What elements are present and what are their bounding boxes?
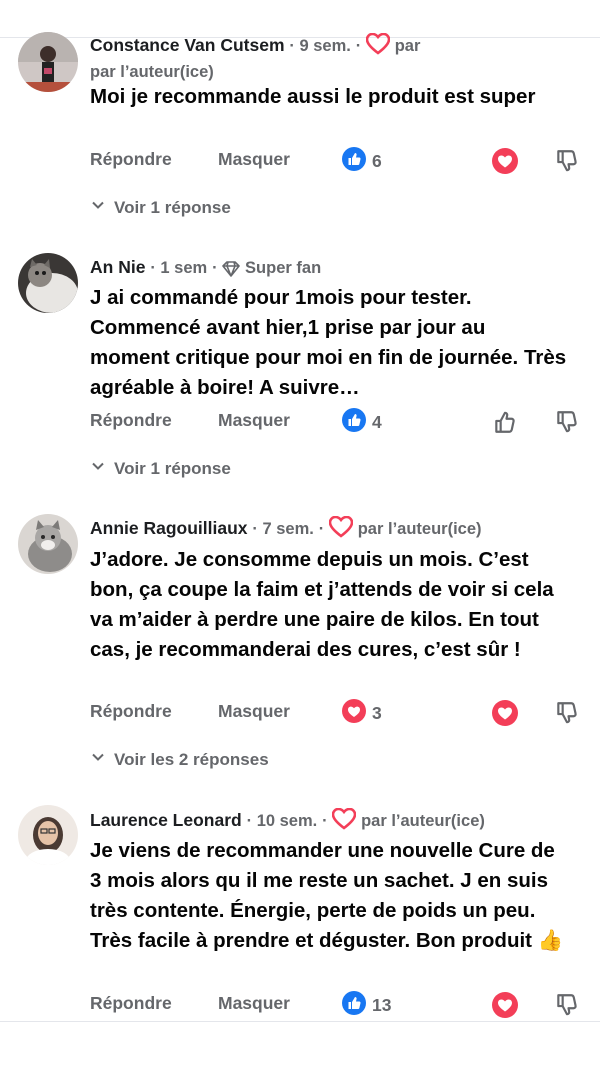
hide-button[interactable]: Masquer <box>218 701 290 722</box>
heart-outline-icon <box>328 515 354 544</box>
comment-text: Je viens de recommander une nouvelle Cur… <box>90 839 564 952</box>
badge-label: Super fan <box>245 259 322 277</box>
dislike-icon[interactable] <box>552 147 582 175</box>
author-name[interactable]: Laurence Leonard <box>90 810 242 830</box>
thumbs-up-outline-icon[interactable] <box>490 408 520 436</box>
hide-button[interactable]: Masquer <box>218 993 290 1014</box>
comment-actions: Répondre Masquer 3 <box>90 699 580 727</box>
like-icon <box>342 991 366 1020</box>
avatar[interactable] <box>18 805 78 865</box>
view-replies-link[interactable]: Voir les 2 réponses <box>90 749 269 770</box>
by-author-label: par l’auteur(ice) <box>90 63 214 81</box>
view-replies-label: Voir les 2 réponses <box>114 749 269 769</box>
love-button[interactable] <box>490 991 520 1019</box>
by-author-label: par l’auteur(ice) <box>357 520 482 538</box>
diamond-icon <box>222 259 240 283</box>
avatar[interactable] <box>18 32 78 92</box>
comment-time[interactable]: 1 sem <box>160 259 207 277</box>
comment-time[interactable]: 9 sem. <box>299 37 350 55</box>
by-author-label: par l’auteur(ice) <box>361 812 485 830</box>
comment-text: J’adore. Je consomme depuis un mois. C’e… <box>90 548 554 661</box>
comment-actions: Répondre Masquer 6 <box>90 147 580 175</box>
reaction-summary[interactable]: 13 <box>342 991 391 1020</box>
reaction-count: 3 <box>372 703 382 723</box>
reaction-count: 6 <box>372 151 382 171</box>
bottom-divider <box>0 1021 600 1022</box>
dislike-icon[interactable] <box>552 991 582 1019</box>
reaction-summary[interactable]: 3 <box>342 699 382 728</box>
hide-button[interactable]: Masquer <box>218 410 290 431</box>
reaction-count: 13 <box>372 995 392 1015</box>
author-name[interactable]: Annie Ragouilliaux <box>90 518 248 538</box>
comment-time[interactable]: 7 sem. <box>263 520 314 538</box>
comment-actions: Répondre Masquer 4 <box>90 408 580 436</box>
reply-button[interactable]: Répondre <box>90 149 172 170</box>
chevron-down-icon <box>90 458 106 479</box>
view-replies-link[interactable]: Voir 1 réponse <box>90 458 231 479</box>
hide-button[interactable]: Masquer <box>218 149 290 170</box>
view-replies-label: Voir 1 réponse <box>114 458 231 478</box>
comment-header: Constance Van Cutsem · 9 sem. · par par … <box>90 32 590 84</box>
comment-actions: Répondre Masquer 13 <box>90 991 580 1019</box>
comment-text: Moi je recommande aussi le produit est s… <box>90 85 536 108</box>
dislike-icon[interactable] <box>552 699 582 727</box>
chevron-down-icon <box>90 749 106 770</box>
comment-header: Annie Ragouilliaux · 7 sem. · par l’aute… <box>90 515 590 544</box>
comment-header: Laurence Leonard · 10 sem. · par l’auteu… <box>90 807 590 836</box>
reaction-summary[interactable]: 6 <box>342 147 382 176</box>
comment-header: An Nie · 1 sem · Super fan <box>90 255 590 283</box>
love-icon <box>342 699 366 728</box>
love-button[interactable] <box>490 699 520 727</box>
reply-button[interactable]: Répondre <box>90 701 172 722</box>
dislike-icon[interactable] <box>552 408 582 436</box>
author-name[interactable]: An Nie <box>90 257 145 277</box>
reply-button[interactable]: Répondre <box>90 993 172 1014</box>
comment-time[interactable]: 10 sem. <box>257 812 318 830</box>
avatar[interactable] <box>18 514 78 574</box>
heart-outline-icon <box>365 32 391 61</box>
view-replies-label: Voir 1 réponse <box>114 197 231 217</box>
reaction-count: 4 <box>372 412 382 432</box>
author-name[interactable]: Constance Van Cutsem <box>90 35 285 55</box>
chevron-down-icon <box>90 197 106 218</box>
avatar[interactable] <box>18 253 78 313</box>
like-icon <box>342 147 366 176</box>
reaction-summary[interactable]: 4 <box>342 408 382 437</box>
reply-button[interactable]: Répondre <box>90 410 172 431</box>
view-replies-link[interactable]: Voir 1 réponse <box>90 197 231 218</box>
comment-text: J ai commandé pour 1mois pour tester. Co… <box>90 286 567 399</box>
heart-outline-icon <box>331 807 357 836</box>
like-icon <box>342 408 366 437</box>
love-button[interactable] <box>490 147 520 175</box>
